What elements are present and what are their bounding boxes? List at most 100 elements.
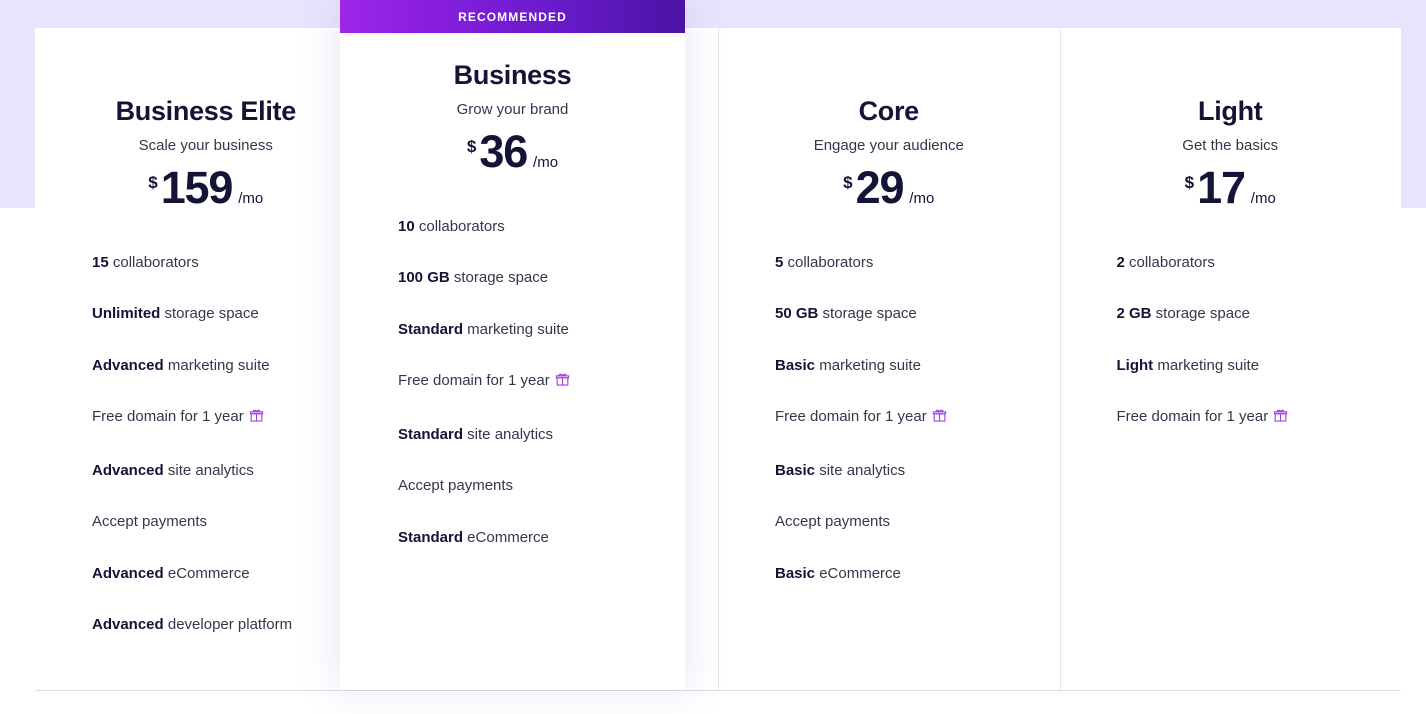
feature-emphasis: Unlimited xyxy=(92,305,161,323)
price-period: /mo xyxy=(533,153,559,171)
feature-text: site analytics xyxy=(463,425,554,443)
feature-item: Basic eCommerce xyxy=(775,563,1036,586)
feature-text: eCommerce xyxy=(815,564,901,582)
plan-price: $ 36 /mo xyxy=(340,129,685,174)
gift-icon xyxy=(555,372,570,395)
feature-text: storage space xyxy=(449,269,549,287)
feature-item: Accept payments xyxy=(775,511,1036,534)
price-amount: 29 xyxy=(855,161,905,213)
gift-icon xyxy=(932,408,947,431)
plan-tagline: Scale your business xyxy=(138,137,273,155)
feature-text: collaborators xyxy=(1124,253,1215,271)
plan-name: Light xyxy=(1198,96,1263,126)
pricing-column-light[interactable]: Light Get the basics $ 17 /mo 2 collabor… xyxy=(1059,28,1402,690)
feature-text: marketing suite xyxy=(1153,356,1260,374)
price-period: /mo xyxy=(1250,189,1276,207)
feature-text: Accept payments xyxy=(92,513,208,531)
price-currency: $ xyxy=(1184,172,1195,192)
feature-list: 2 collaborators 2 GB storage space Light m… xyxy=(1060,252,1402,431)
feature-emphasis: Standard xyxy=(398,528,464,546)
pricing-column-business-recommended[interactable]: RECOMMENDED Business Grow your brand $ 3… xyxy=(340,0,685,690)
pricing-column-core[interactable]: Core Engage your audience $ 29 /mo 5 col… xyxy=(718,28,1060,690)
feature-emphasis: Advanced xyxy=(92,564,164,582)
plan-price: $ 17 /mo xyxy=(1060,165,1402,210)
feature-text: developer platform xyxy=(163,616,293,634)
feature-item: Basic marketing suite xyxy=(775,355,1036,378)
feature-text: marketing suite xyxy=(815,356,921,374)
feature-emphasis: Advanced xyxy=(92,356,164,374)
pricing-column-business-elite[interactable]: Business Elite Scale your business $ 159… xyxy=(35,28,377,690)
column-divider xyxy=(1059,28,1061,690)
feature-text: Free domain for 1 year xyxy=(398,372,550,390)
plan-tagline: Engage your audience xyxy=(813,137,964,155)
feature-item: Free domain for 1 year xyxy=(775,406,1036,431)
feature-item: Standard eCommerce xyxy=(398,527,661,550)
plan-name: Business xyxy=(453,60,572,90)
pricing-table-panel: Business Elite Scale your business $ 159… xyxy=(35,28,1401,691)
feature-item: Advanced marketing suite xyxy=(92,355,353,378)
plan-tagline: Get the basics xyxy=(1182,137,1279,155)
feature-emphasis: 10 xyxy=(398,217,415,235)
pricing-page: Business Elite Scale your business $ 159… xyxy=(0,0,1426,714)
feature-item: 15 collaborators xyxy=(92,252,353,275)
feature-item: Basic site analytics xyxy=(775,460,1036,483)
feature-emphasis: 2 GB xyxy=(1116,305,1152,323)
feature-emphasis: Basic xyxy=(775,564,816,582)
feature-item: 100 GB storage space xyxy=(398,267,661,290)
feature-emphasis: 50 GB xyxy=(775,305,819,323)
plan-name: Business Elite xyxy=(115,96,297,126)
plan-name: Core xyxy=(858,96,920,126)
feature-item: Advanced site analytics xyxy=(92,460,353,483)
column-divider xyxy=(718,28,719,690)
feature-item: 5 collaborators xyxy=(775,252,1036,275)
price-amount: 17 xyxy=(1197,161,1246,213)
plan-tagline: Grow your brand xyxy=(456,101,569,119)
feature-item: Free domain for 1 year xyxy=(92,406,353,431)
feature-text: site analytics xyxy=(163,461,254,479)
feature-emphasis: 2 xyxy=(1116,253,1125,271)
plan-price: $ 159 /mo xyxy=(35,165,377,210)
plan-header: Core Engage your audience $ 29 /mo xyxy=(718,68,1060,210)
feature-text: Free domain for 1 year xyxy=(1116,408,1269,426)
feature-text: Free domain for 1 year xyxy=(775,408,927,426)
feature-item: Accept payments xyxy=(92,511,353,534)
feature-item: Advanced developer platform xyxy=(92,614,353,637)
feature-text: collaborators xyxy=(108,253,199,271)
feature-item: Standard marketing suite xyxy=(398,319,661,342)
feature-item: 10 collaborators xyxy=(398,216,661,239)
feature-list: 5 collaborators 50 GB storage space Basic … xyxy=(718,252,1060,586)
feature-item: 2 collaborators xyxy=(1117,252,1378,275)
feature-text: Accept payments xyxy=(398,477,514,495)
plan-header: Business Elite Scale your business $ 159… xyxy=(35,68,377,210)
feature-text: marketing suite xyxy=(463,320,569,338)
feature-text: eCommerce xyxy=(463,528,549,546)
plan-header: Light Get the basics $ 17 /mo xyxy=(1060,68,1402,210)
feature-emphasis: Light xyxy=(1116,356,1154,374)
feature-item: 2 GB storage space xyxy=(1117,303,1378,326)
feature-item: Light marketing suite xyxy=(1117,355,1378,378)
feature-text: storage space xyxy=(1151,305,1250,323)
feature-item: Standard site analytics xyxy=(398,424,661,447)
feature-item: Free domain for 1 year xyxy=(398,370,661,395)
price-amount: 159 xyxy=(160,161,234,213)
feature-item: Unlimited storage space xyxy=(92,303,353,326)
price-amount: 36 xyxy=(479,125,528,177)
gift-icon xyxy=(249,408,264,431)
feature-emphasis: Standard xyxy=(398,320,464,338)
feature-text: marketing suite xyxy=(163,356,270,374)
feature-emphasis: Advanced xyxy=(92,616,164,634)
price-currency: $ xyxy=(843,172,853,192)
feature-text: collaborators xyxy=(414,217,505,235)
feature-item: Advanced eCommerce xyxy=(92,563,353,586)
feature-text: storage space xyxy=(160,305,259,323)
recommended-badge: RECOMMENDED xyxy=(340,0,685,33)
feature-item: 50 GB storage space xyxy=(775,303,1036,326)
feature-emphasis: 100 GB xyxy=(398,269,450,287)
plan-price: $ 29 /mo xyxy=(718,165,1060,210)
feature-list: 10 collaborators 100 GB storage space Stan… xyxy=(340,216,685,550)
price-currency: $ xyxy=(148,172,158,192)
gift-icon xyxy=(1273,408,1288,431)
feature-emphasis: Basic xyxy=(775,356,816,374)
feature-emphasis: 15 xyxy=(92,253,109,271)
price-period: /mo xyxy=(909,189,935,207)
